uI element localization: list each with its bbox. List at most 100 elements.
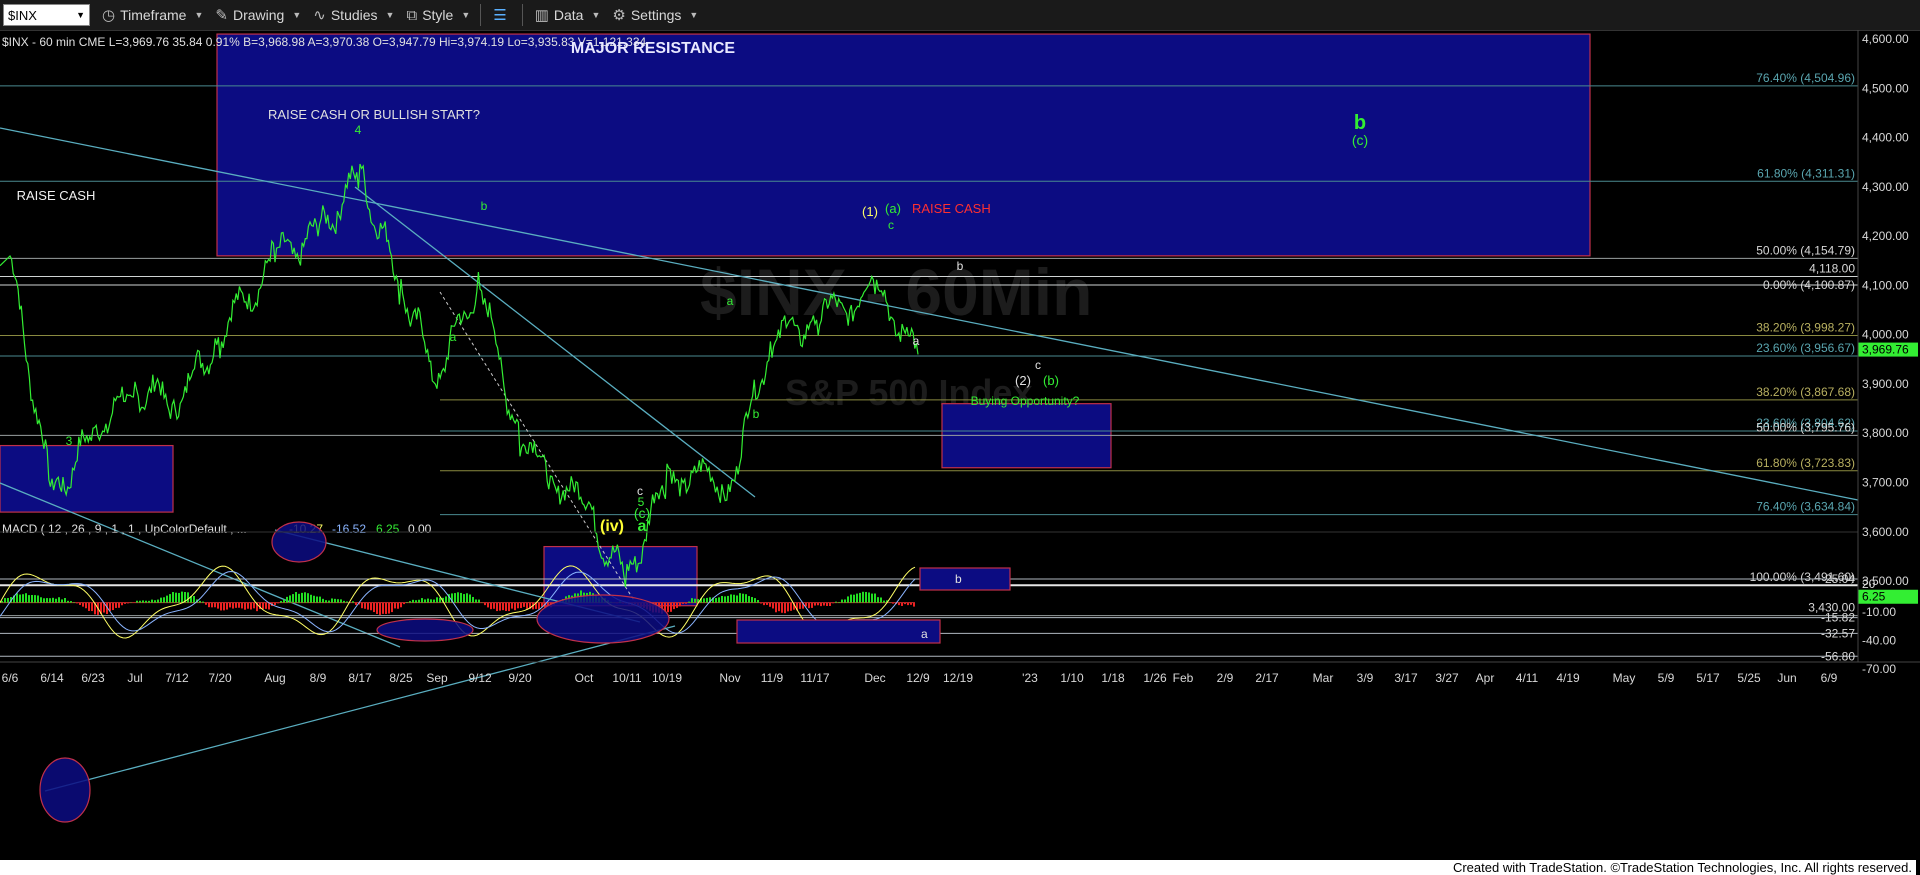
- layout-button[interactable]: ☰: [493, 0, 511, 30]
- x-tick-label: Feb: [1173, 671, 1194, 685]
- x-tick-label: 8/9: [310, 671, 327, 685]
- annotation-major-resistance: MAJOR RESISTANCE: [571, 40, 735, 57]
- pencil-icon: ✎: [215, 7, 228, 24]
- x-tick-label: 6/14: [40, 671, 64, 685]
- macd-tick-label: -70.00: [1862, 662, 1896, 676]
- symbol-selector[interactable]: $INX ▼: [3, 4, 90, 26]
- annotation-w-a-paren: (a): [885, 201, 901, 216]
- macd-value-4: 0.00: [408, 522, 432, 536]
- annotation-w-a-sep: a: [450, 330, 457, 344]
- annotation-w-c-box: c: [1035, 358, 1041, 372]
- clock-icon: ◷: [102, 7, 116, 24]
- studies-label: Studies: [330, 7, 378, 23]
- settings-label: Settings: [630, 7, 682, 23]
- y-tick-label: 4,500.00: [1862, 81, 1909, 95]
- x-tick-label: 12/9: [906, 671, 930, 685]
- studies-icon: ∿: [313, 7, 326, 24]
- fib-label: 50.00% (4,154.79): [1756, 243, 1855, 257]
- x-tick-label: 8/25: [389, 671, 413, 685]
- macd-ellipse: [376, 618, 474, 642]
- x-tick-label: 9/12: [468, 671, 492, 685]
- zone-major-resistance: [216, 33, 1591, 257]
- annotation-w-c-paren-big: (c): [1352, 132, 1368, 148]
- studies-menu[interactable]: ∿ Studies ▼: [313, 0, 394, 30]
- chevron-down-icon: ▼: [385, 10, 395, 20]
- watermark-symbol: $INX - 60Min: [700, 255, 1092, 329]
- y-tick-label: 3,500.00: [1862, 574, 1909, 588]
- x-tick-label: 6/9: [1821, 671, 1838, 685]
- data-label: Data: [553, 7, 584, 23]
- chevron-down-icon: ▼: [292, 10, 302, 20]
- chevron-down-icon: ▼: [591, 10, 601, 20]
- x-tick-label: 6/6: [2, 671, 19, 685]
- macd-level-label: -15.82: [1821, 611, 1855, 625]
- data-icon: ▥: [534, 7, 549, 24]
- x-tick-label: 7/12: [165, 671, 189, 685]
- fib-label: 76.40% (3,634.84): [1756, 500, 1855, 514]
- timeframe-menu[interactable]: ◷ Timeframe ▼: [102, 0, 203, 30]
- y-tick-label: 3,800.00: [1862, 426, 1909, 440]
- style-label: Style: [422, 7, 454, 23]
- annotation-w-b-big: b: [1354, 112, 1366, 134]
- x-tick-label: 7/20: [208, 671, 232, 685]
- fib-label: 4,118.00: [1809, 262, 1855, 276]
- annotation-raise-cash-right: RAISE CASH: [912, 201, 991, 216]
- x-tick-label: May: [1613, 671, 1636, 685]
- x-tick-label: Sep: [426, 671, 448, 685]
- macd-title: MACD ( 12 , 26 , 9 , 1 , 1 , UpColorDefa…: [2, 522, 247, 536]
- timeframe-label: Timeframe: [120, 7, 187, 23]
- macd-current-label: 6.25: [1862, 590, 1886, 604]
- y-tick-label: 4,300.00: [1862, 180, 1909, 194]
- chevron-down-icon: ▼: [76, 10, 85, 20]
- toolbar-divider: [480, 4, 482, 26]
- x-tick-label: Aug: [264, 671, 285, 685]
- annotation-w-c-dec: c: [888, 218, 894, 232]
- fib-label: 61.80% (3,723.83): [1756, 456, 1855, 470]
- macd-tick-label: -40.00: [1862, 633, 1896, 647]
- x-tick-label: 4/11: [1516, 671, 1539, 685]
- y-tick-label: 4,600.00: [1862, 32, 1909, 46]
- x-tick-label: Apr: [1476, 671, 1495, 685]
- y-tick-label: 4,200.00: [1862, 229, 1909, 243]
- annotation-w-4: 4: [355, 123, 362, 137]
- fib-label: 61.80% (4,311.31): [1757, 166, 1855, 180]
- macd-value-3: 6.25: [376, 522, 400, 536]
- toolbar-divider: [521, 4, 523, 26]
- annotation-w-b-sep: b: [481, 199, 488, 213]
- zone-wave-3-box: [0, 444, 174, 513]
- x-tick-label: 3/17: [1394, 671, 1418, 685]
- chevron-down-icon: ▼: [461, 10, 471, 20]
- y-tick-label: 3,700.00: [1862, 476, 1909, 490]
- symbol-value: $INX: [8, 7, 37, 23]
- fib-label: 23.60% (3,956.67): [1756, 341, 1855, 355]
- price-chart[interactable]: $INX - 60MinS&P 500 Index 76.40% (4,504.…: [0, 30, 1920, 860]
- fib-label: 50.00% (3,795.76): [1756, 420, 1855, 434]
- y-tick-label: 3,900.00: [1862, 377, 1909, 391]
- fib-label: 0.00% (4,100.87): [1763, 278, 1855, 292]
- x-tick-label: 10/19: [652, 671, 682, 685]
- settings-menu[interactable]: ⚙ Settings ▼: [612, 0, 698, 30]
- x-tick-label: 1/26: [1143, 671, 1167, 685]
- annotation-w-a-big: a: [638, 518, 647, 535]
- style-menu[interactable]: ⧉ Style ▼: [406, 0, 470, 30]
- x-tick-label: 10/11: [612, 671, 641, 685]
- x-tick-label: 1/10: [1060, 671, 1084, 685]
- x-tick-label: 1/18: [1101, 671, 1125, 685]
- annotation-w-b-dec: b: [957, 259, 964, 273]
- x-tick-label: 6/23: [81, 671, 105, 685]
- x-tick-label: Oct: [575, 671, 594, 685]
- y-tick-label: 4,000.00: [1862, 328, 1909, 342]
- annotation-buying-opportunity: Buying Opportunity?: [971, 394, 1080, 408]
- x-tick-label: 9/20: [508, 671, 532, 685]
- data-menu[interactable]: ▥ Data ▼: [535, 0, 601, 30]
- annotation-w-1-paren: (1): [862, 204, 878, 219]
- annotation-raise-cash-left: RAISE CASH: [17, 188, 96, 203]
- trendline-lower-left: [0, 482, 401, 648]
- layout-icon: ☰: [493, 7, 507, 24]
- x-tick-label: Nov: [719, 671, 740, 685]
- macd-level-label: 25.04: [1825, 572, 1855, 586]
- x-tick-label: 2/17: [1255, 671, 1279, 685]
- annotation-w-b-paren: (b): [1043, 373, 1059, 388]
- x-tick-label: 12/19: [943, 671, 973, 685]
- drawing-menu[interactable]: ✎ Drawing ▼: [215, 0, 301, 30]
